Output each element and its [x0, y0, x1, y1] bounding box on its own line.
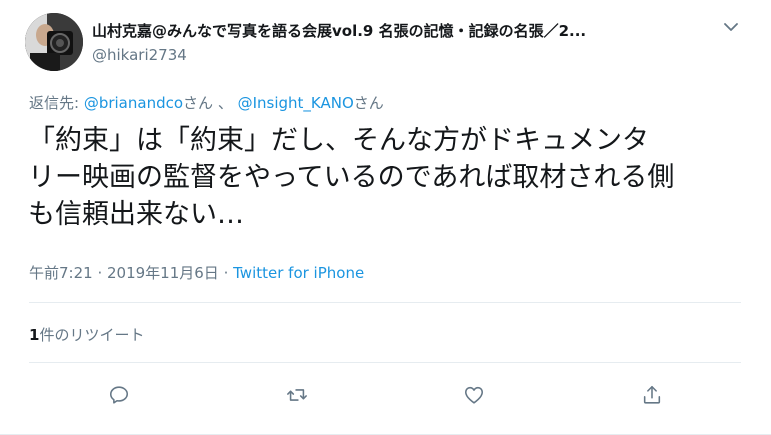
retweet-count: 1	[29, 326, 40, 344]
mention-link[interactable]: @Insight_KANO	[238, 94, 354, 112]
share-button[interactable]	[637, 382, 667, 412]
heart-icon	[463, 384, 485, 410]
tweet-meta: 午前7:21 · 2019年11月6日 · Twitter for iPhone	[29, 262, 364, 283]
tweet-text-line: も信頼出来ない…	[28, 199, 244, 230]
tweet-date[interactable]: 2019年11月6日	[107, 264, 219, 282]
tweet-text: 「約束」は「約束」だし、そんな方がドキュメンタ リー映画の監督をやっているのであ…	[28, 122, 748, 233]
user-handle[interactable]: @hikari2734	[92, 46, 187, 64]
reply-prefix: 返信先:	[29, 94, 84, 112]
timestamp[interactable]: 午前7:21 · 2019年11月6日	[29, 264, 219, 282]
chevron-down-icon[interactable]	[718, 16, 744, 38]
like-button[interactable]	[459, 382, 489, 412]
action-bar	[0, 382, 771, 412]
tweet-card: 山村克嘉@みんなで写真を語る会展vol.9 名張の記憶・記録の名張／2... @…	[0, 0, 771, 435]
display-name[interactable]: 山村克嘉@みんなで写真を語る会展vol.9 名張の記憶・記録の名張／2...	[92, 20, 702, 41]
retweet-icon	[286, 384, 308, 410]
divider	[29, 302, 741, 303]
tweet-text-line: 「約束」は「約束」だし、そんな方がドキュメンタ	[28, 125, 649, 156]
avatar[interactable]	[25, 13, 83, 71]
reply-button[interactable]	[104, 382, 134, 412]
retweet-label: 件のリツイート	[39, 326, 145, 344]
mention-suffix: さん	[353, 94, 384, 112]
retweet-button[interactable]	[282, 382, 312, 412]
meta-separator: ·	[92, 264, 107, 282]
mention-separator: 、	[213, 94, 238, 112]
tweet-time[interactable]: 午前7:21	[29, 264, 93, 282]
retweet-count-link[interactable]: 1件のリツイート	[29, 324, 144, 345]
meta-separator: ·	[218, 264, 234, 282]
reply-icon	[108, 384, 130, 410]
reply-context: 返信先: @brianandcoさん 、 @Insight_KANOさん	[29, 92, 384, 113]
mention-link[interactable]: @brianandco	[84, 94, 183, 112]
tweet-text-line: リー映画の監督をやっているのであれば取材される側	[28, 162, 675, 193]
share-icon	[641, 384, 663, 410]
tweet-source[interactable]: Twitter for iPhone	[233, 264, 364, 282]
divider	[29, 362, 741, 363]
mention-suffix: さん	[183, 94, 214, 112]
